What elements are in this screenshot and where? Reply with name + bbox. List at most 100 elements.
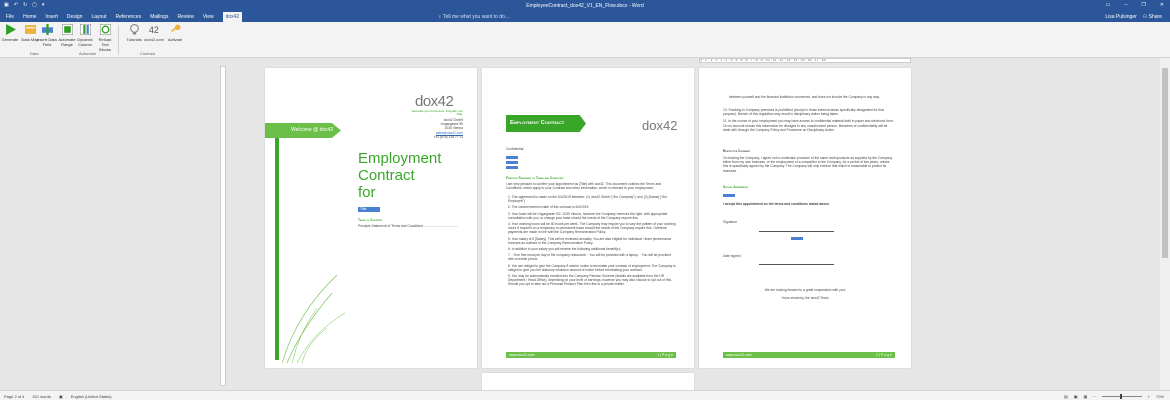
special-agreements-field[interactable]	[723, 194, 735, 197]
zoom-level[interactable]: 70%	[1156, 394, 1164, 399]
automate-range-label: Automate Range	[58, 37, 76, 47]
insert-field-icon	[41, 24, 53, 35]
generate-button[interactable]: Generate	[0, 24, 20, 42]
intro-paragraph: I am very pleased to confirm your appoin…	[506, 182, 662, 191]
insert-data-field-label: Insert Data Field	[37, 37, 57, 47]
address-field-placeholder[interactable]	[506, 166, 518, 169]
vertical-scrollbar[interactable]	[1160, 58, 1170, 390]
user-name[interactable]: Lisa Pulsinger	[1105, 14, 1136, 20]
terms-list-continued: 10. Smoking in Company premises is prohi…	[723, 108, 895, 135]
word-count[interactable]: 521 words	[32, 394, 50, 399]
page-contract-2[interactable]: between yourself and the financial insti…	[699, 68, 911, 368]
reload-text-blocks-button[interactable]: Reload Text Blocks	[95, 23, 115, 52]
tab-review[interactable]: Review	[177, 14, 193, 22]
print-layout-icon[interactable]: ▣	[1074, 394, 1078, 399]
signature-line	[759, 231, 834, 232]
scrollbar-thumb[interactable]	[1162, 68, 1168, 258]
dox42-logo: dox42	[642, 118, 678, 133]
tab-dox42[interactable]: dox42	[222, 12, 243, 22]
tab-mailings[interactable]: Mailings	[150, 14, 168, 22]
share-label: Share	[1148, 14, 1162, 20]
ruler-ticks: 3 · 2 · 1 · 1 · 1 · 2 · 3 · 4 · 5 · 6 · …	[700, 58, 826, 62]
zoom-in-icon[interactable]: +	[1148, 394, 1150, 399]
continued-paragraph: between yourself and the financial insti…	[729, 95, 880, 99]
cover-title: Employment Contract for	[358, 150, 441, 201]
footer-url: www.dox42.com	[726, 353, 752, 357]
horizontal-ruler[interactable]: 3 · 2 · 1 · 1 · 1 · 2 · 3 · 4 · 5 · 6 · …	[699, 58, 911, 63]
zoom-out-icon[interactable]: −	[1093, 394, 1095, 399]
automate-range-button[interactable]: Automate Range	[57, 23, 77, 47]
footer-page-number: 2 | P a g e	[876, 353, 892, 357]
read-mode-icon[interactable]: ▤	[1064, 394, 1068, 399]
group-automate-label: Automate	[79, 51, 97, 56]
terms-list: 1. This agreement is made on the 5/4/201…	[508, 195, 676, 289]
list-item: 3. Your base will be Ungargasse 5/2, 103…	[508, 211, 668, 220]
tutorials-button[interactable]: Tutorials	[124, 24, 144, 42]
dox42-logo: dox42	[415, 93, 454, 110]
page-footer: www.dox42.com 1 | P a g e	[506, 352, 676, 358]
group-contract-label: Contract	[140, 51, 156, 56]
title-bar: ▣ ↶ ↻ ▢ ▾ EmployeeContract_dox42_V1_EN_F…	[0, 0, 1170, 12]
page-contract-1[interactable]: Employment Contract dox42 Confidential P…	[482, 68, 694, 368]
tab-view[interactable]: View	[203, 14, 214, 22]
footer-page-number: 1 | P a g e	[657, 353, 673, 357]
share-button[interactable]: ⚇ Share	[1143, 14, 1162, 20]
dox42-com-label: dox42.com	[144, 37, 164, 42]
minimize-icon[interactable]: –	[1125, 2, 1128, 8]
proofing-icon[interactable]: ▣	[59, 394, 63, 399]
insert-data-field-button[interactable]: Insert Data Field	[37, 24, 57, 47]
list-item: 11. In the course of your employment you…	[723, 119, 894, 132]
tutorials-label: Tutorials	[126, 37, 142, 42]
address-field-placeholder[interactable]	[506, 156, 518, 159]
reload-icon	[98, 23, 112, 36]
address-field-placeholder[interactable]	[506, 161, 518, 164]
dynamic-column-label: Dynamic Column	[77, 37, 93, 47]
toc-entry[interactable]: Principle Statement of Terms and Conditi…	[358, 224, 458, 228]
address-line: +43 (676) 128 77 11	[433, 134, 463, 139]
activate-button[interactable]: Activate	[165, 24, 185, 42]
vertical-ruler	[220, 66, 226, 386]
company-address: dox42 GmbH Ungargasse 59 1030 Vienna sal…	[415, 118, 463, 139]
language-indicator[interactable]: English (United States)	[71, 394, 112, 399]
restore-icon[interactable]: ❐	[1141, 2, 1145, 8]
name-field[interactable]	[791, 237, 803, 240]
closing-line-1: We are looking forward to a great cooper…	[764, 288, 846, 292]
page-indicator[interactable]: Page 2 of 4	[4, 394, 24, 399]
grass-decoration	[281, 274, 346, 363]
tab-insert[interactable]: Insert	[45, 14, 58, 22]
dynamic-column-button[interactable]: Dynamic Column	[75, 23, 95, 47]
tell-me-box[interactable]: ♀ Tell me what you want to do...	[438, 14, 509, 20]
tab-layout[interactable]: Layout	[92, 14, 107, 22]
close-icon[interactable]: ✕	[1160, 2, 1164, 8]
dynamic-column-icon	[78, 23, 92, 36]
zoom-slider-thumb[interactable]	[1119, 394, 1122, 399]
generate-label: Generate	[1, 37, 19, 42]
list-item: 7. · One free meal per day in the compan…	[508, 253, 671, 262]
page-contract-3-partial[interactable]	[482, 373, 694, 390]
dox42-com-button[interactable]: 42 dox42.com	[143, 24, 165, 42]
ribbon-tabs: File Home Insert Design Layout Reference…	[0, 12, 1170, 22]
zoom-slider[interactable]	[1101, 394, 1142, 399]
restrictive-heading: Restrictive Covenant	[723, 149, 751, 153]
list-item: 5. Your salary is € [Salary]. This will …	[508, 236, 672, 245]
tab-references[interactable]: References	[116, 14, 142, 22]
window-controls: ▭ – ❐ ✕	[1106, 2, 1164, 8]
tab-file[interactable]: File	[6, 14, 14, 22]
status-bar: Page 2 of 4 521 words ▣ English (United …	[0, 390, 1170, 400]
tab-design[interactable]: Design	[67, 14, 83, 22]
activate-label: Activate	[167, 37, 183, 42]
svg-text:42: 42	[149, 25, 159, 35]
welcome-banner: Welcome @ dox42	[265, 123, 341, 138]
page-cover[interactable]: dox42 automate your documents. Integrate…	[265, 68, 477, 368]
web-layout-icon[interactable]: ▦	[1084, 394, 1088, 399]
title-line-for: for	[358, 184, 376, 201]
restrictive-paragraph: On leaving the Company, I agree not to u…	[723, 156, 893, 173]
group-data-label: Data	[30, 51, 39, 56]
list-item: 4. Your working hours will be 40 hours p…	[508, 222, 676, 235]
title-field[interactable]: Title	[358, 207, 380, 212]
automate-range-icon	[60, 23, 74, 36]
list-item: 10. Smoking in Company premises is prohi…	[723, 108, 884, 117]
title-line-contract: Contract	[358, 167, 415, 184]
tab-home[interactable]: Home	[23, 14, 36, 22]
ribbon-display-icon[interactable]: ▭	[1106, 2, 1111, 8]
